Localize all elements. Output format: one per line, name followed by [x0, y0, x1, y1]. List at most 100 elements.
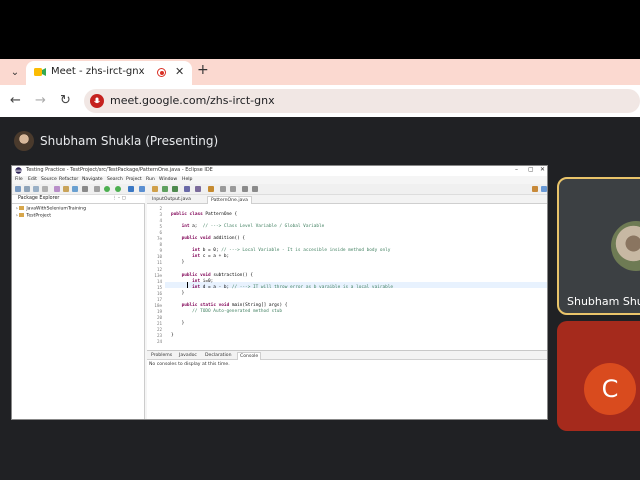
- browser-tab-meet[interactable]: Meet - zhs-irct-gnx ✕: [26, 61, 192, 85]
- project-item[interactable]: › JavaWithSeleniumTraining: [16, 206, 86, 212]
- perspective-icon[interactable]: [532, 186, 538, 192]
- new-package-icon[interactable]: [162, 186, 168, 192]
- line-number: 24: [156, 339, 162, 345]
- new-class-icon[interactable]: [172, 186, 178, 192]
- code-line: }: [171, 333, 174, 339]
- close-window-icon[interactable]: ✕: [540, 166, 545, 173]
- line-number: 9: [159, 248, 162, 254]
- line-number: 11: [156, 260, 162, 266]
- line-number: 2: [159, 206, 162, 211]
- address-bar[interactable]: meet.google.com/zhs-irct-gnx: [84, 89, 640, 113]
- line-number: 20: [156, 314, 162, 320]
- microphone-icon[interactable]: [90, 94, 104, 108]
- tab-javadoc[interactable]: Javadoc: [177, 352, 199, 359]
- close-tab-icon[interactable]: ✕: [175, 65, 184, 78]
- browser-toolbar: ← → ↻ meet.google.com/zhs-irct-gnx: [0, 85, 640, 117]
- save-icon[interactable]: [24, 186, 30, 192]
- menu-navigate[interactable]: Navigate: [82, 177, 103, 182]
- url-text: meet.google.com/zhs-irct-gnx: [110, 94, 275, 107]
- search-icon[interactable]: [208, 186, 214, 192]
- line-number: 6: [159, 230, 162, 236]
- menu-search[interactable]: Search: [107, 177, 123, 182]
- print-icon[interactable]: [42, 186, 48, 192]
- menu-refactor[interactable]: Refactor: [59, 177, 78, 182]
- menu-window[interactable]: Window: [159, 177, 177, 182]
- code-line: int c = a + b;: [192, 254, 230, 260]
- open-type-icon[interactable]: [184, 186, 190, 192]
- package-explorer-title: Package Explorer: [18, 196, 60, 201]
- line-number: 10: [156, 254, 162, 260]
- code-line: }: [171, 320, 185, 326]
- tab-search-icon[interactable]: ⌄: [6, 63, 24, 81]
- project-name: JavaWithSeleniumTraining: [26, 206, 86, 212]
- menu-file[interactable]: File: [15, 177, 23, 182]
- code-line: public void addition() {: [181, 236, 246, 242]
- code-line: int a; // ---> Class Level Variable / Gl…: [181, 224, 325, 230]
- menu-help[interactable]: Help: [182, 177, 192, 182]
- presenter-avatar: [14, 131, 34, 151]
- skip-breakpoints-icon[interactable]: [72, 186, 78, 192]
- participant-tile-presenter[interactable]: Shubham Shu: [557, 177, 640, 315]
- coverage-icon[interactable]: [128, 186, 134, 192]
- project-item[interactable]: › TestProject: [16, 213, 51, 219]
- participant-avatar: [611, 221, 640, 271]
- line-number: 22: [156, 327, 162, 332]
- participant-initial-avatar: C: [584, 363, 636, 415]
- menu-source[interactable]: Source: [41, 177, 57, 182]
- tab-problems[interactable]: Problems: [149, 352, 174, 359]
- recording-indicator-icon: [157, 68, 166, 77]
- code-editor[interactable]: InputOutput.java PatternOne.java 2 3 4 5 6 7⊖…: [147, 195, 547, 350]
- text-caret: [187, 282, 188, 288]
- code-line: public class PatternOne {: [171, 212, 238, 218]
- participant-tile[interactable]: C: [557, 321, 640, 431]
- line-number: 18⊖: [154, 302, 162, 308]
- line-number: 21: [156, 320, 162, 326]
- run-icon[interactable]: [115, 186, 121, 192]
- back-history-icon[interactable]: [242, 186, 248, 192]
- view-menu-icon[interactable]: ⋮ – ▢: [112, 196, 126, 201]
- open-task-icon[interactable]: [195, 186, 201, 192]
- menu-edit[interactable]: Edit: [28, 177, 37, 182]
- project-name: TestProject: [26, 213, 52, 219]
- task-icon[interactable]: [94, 186, 100, 192]
- line-number-gutter: 2 3 4 5 6 7⊖ 8 9 10 11 12 13⊖ 14 15 16 17 18⊖ 19 20 21 22 23 2…: [147, 204, 165, 350]
- save-all-icon[interactable]: [33, 186, 39, 192]
- editor-tab-inputoutput[interactable]: InputOutput.java: [149, 196, 194, 204]
- project-folder-icon: [19, 206, 25, 210]
- annotation-prev-icon[interactable]: [230, 186, 236, 192]
- code-line: // TODO Auto-generated method stub: [192, 308, 283, 314]
- code-line: int d = a - b; // ---> IT will throw err…: [192, 284, 394, 290]
- presenter-bar: Shubham Shukla (Presenting): [0, 117, 640, 163]
- tab-declaration[interactable]: Declaration: [203, 352, 233, 359]
- tab-title: Meet - zhs-irct-gnx: [51, 66, 145, 77]
- forward-history-icon[interactable]: [252, 186, 258, 192]
- menu-project[interactable]: Project: [126, 177, 142, 182]
- editor-tab-patternone[interactable]: PatternOne.java: [207, 196, 252, 204]
- line-number: 3: [159, 212, 162, 218]
- java-perspective-icon[interactable]: [541, 186, 547, 192]
- external-tools-icon[interactable]: [139, 186, 145, 192]
- debug-icon[interactable]: [104, 186, 110, 192]
- code-line: public void subtraction() {: [181, 272, 253, 278]
- eclipse-toolbar: [12, 184, 547, 195]
- console-tab-bar: Problems Javadoc Declaration Console: [147, 351, 547, 360]
- toggle-breadcrumb-icon[interactable]: [63, 186, 69, 192]
- back-arrow-icon[interactable]: ←: [10, 93, 21, 108]
- package-explorer-tab[interactable]: Package Explorer ⋮ – ▢: [12, 195, 145, 204]
- package-explorer: Package Explorer ⋮ – ▢ › JavaWithSeleniu…: [12, 195, 145, 419]
- code-line: int b = 0; // ---> Local Variable - It i…: [192, 248, 391, 254]
- menu-run[interactable]: Run: [146, 177, 155, 182]
- link-icon[interactable]: [82, 186, 88, 192]
- terminal-icon[interactable]: [54, 186, 60, 192]
- forward-arrow-icon[interactable]: →: [35, 93, 46, 108]
- new-tab-button[interactable]: +: [197, 62, 209, 78]
- participant-name: Shubham Shu: [567, 295, 640, 308]
- minimize-icon[interactable]: –: [515, 166, 518, 173]
- new-file-icon[interactable]: [15, 186, 21, 192]
- line-number: 14: [156, 278, 162, 284]
- annotation-next-icon[interactable]: [220, 186, 226, 192]
- maximize-icon[interactable]: ▢: [528, 166, 534, 173]
- new-java-project-icon[interactable]: [152, 186, 158, 192]
- tab-console[interactable]: Console: [237, 352, 262, 360]
- reload-icon[interactable]: ↻: [60, 93, 71, 108]
